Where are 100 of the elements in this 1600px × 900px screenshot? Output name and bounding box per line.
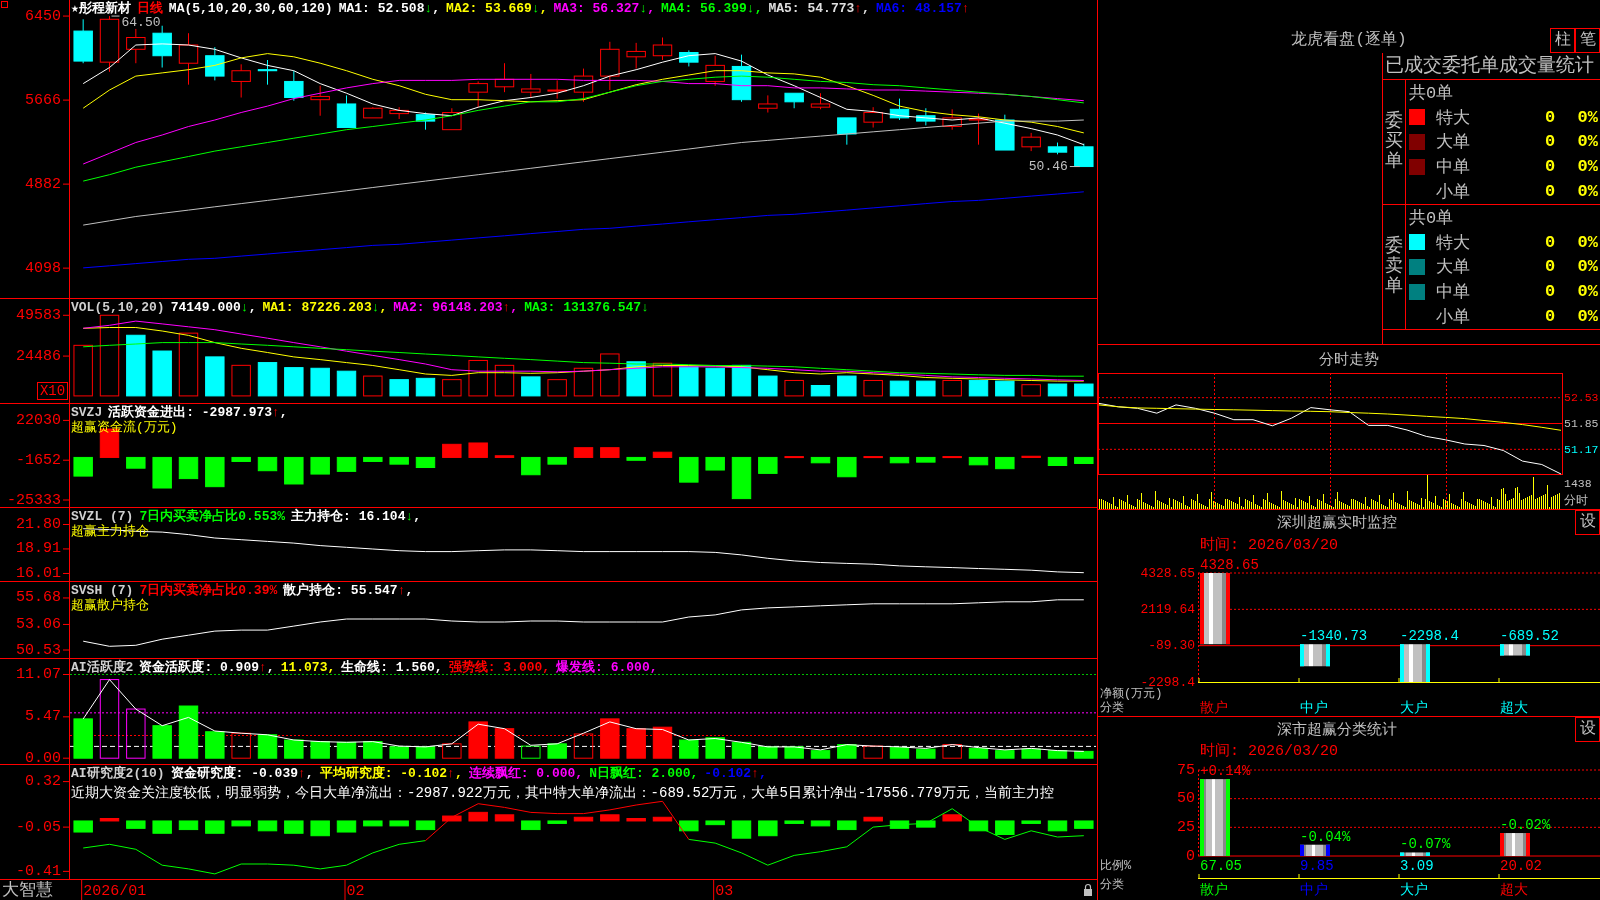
timestamp: 时间: 2026/03/20 [1200,741,1339,760]
date-label: 02 [346,882,365,900]
volume-bar [284,367,304,397]
order-total: 共0单 [1409,207,1454,229]
order-size-label: 大单 [1436,132,1470,154]
indicator-bar [126,820,146,829]
indicator-bar [494,814,515,822]
ratio-bar [1300,844,1330,856]
indicator-bar [889,820,910,829]
indicator-bar [205,731,225,759]
indicator-bar [705,820,725,826]
indicator-bar [916,820,936,828]
indicator-bar [1021,748,1041,759]
view-toggle-button[interactable]: 柱 [1550,28,1575,53]
volume-bar [73,344,93,397]
indicator-value: SVZJ [71,405,103,420]
indicator-value: AI研究度2(10) [71,766,165,781]
settings-button[interactable]: 设 [1575,717,1600,742]
indicator-bar [837,820,857,831]
indicator-bar [652,726,673,759]
order-count: 0 [1544,232,1556,252]
indicator-bar [784,820,804,824]
candlestick [468,80,488,108]
indicator-bar [389,820,409,827]
axis-label: 24486 [16,347,61,365]
indicator-bar [995,820,1015,835]
axis-label: 0.32 [25,773,61,791]
candlestick [652,37,673,61]
axis-label: 51.85 [1564,417,1599,430]
axis-label: -1652 [16,451,61,469]
change-label: -0.07% [1400,836,1451,853]
indicator-bar [415,820,436,831]
indicator-bar [863,816,883,822]
candlestick [600,41,620,91]
axis-label: 5.47 [25,708,61,726]
value-label: -689.52 [1500,628,1559,645]
order-share: 0% [1577,307,1598,327]
indicator-value: 主力持仓: 16.104↓, [291,509,422,524]
view-toggle-button[interactable]: 笔 [1575,28,1600,53]
indicator-bar [942,456,962,459]
indicator-bar [942,814,962,822]
candlestick [494,62,515,93]
volume-bar [968,379,989,397]
indicator-bar [942,744,962,759]
category-label: 大户 [1400,882,1428,898]
candlestick [1074,143,1094,168]
indicator-bar [810,750,831,759]
indicator-bar [468,811,488,822]
settings-button[interactable]: 设 [1575,510,1600,535]
axis-label: -89.30 [1148,638,1195,654]
value-label: -2298.4 [1400,628,1459,645]
candlestick [521,73,541,98]
volume-bar [336,370,357,397]
order-size-label: 小单 [1436,307,1470,329]
order-size-label: 大单 [1436,257,1470,279]
panel-title: 深市超赢分类统计 [1276,720,1397,739]
indicator-bar [1074,456,1094,464]
volume-bar [863,379,883,397]
axis-label: 50 [1177,790,1195,808]
volume-bar [521,376,541,397]
indicator-bar [284,456,304,485]
candlestick [231,63,251,98]
axis-label: 4882 [25,175,61,193]
volume-bar [652,362,673,397]
volume-bar [126,334,146,397]
indicator-title: 超赢散户持仓 [71,598,149,613]
indicator-bar [547,456,567,465]
indicator-value: VOL(5,10,20) [71,300,165,315]
candlestick [336,94,357,129]
indicator-bar [494,455,515,458]
indicator-bar [1074,820,1094,829]
price-extreme-label: 64.50 [111,14,161,30]
indicator-bar [363,820,383,827]
axis-title: 分类 [1100,701,1124,715]
indicator-value: 生命线: 1.560, [341,660,443,675]
value-label: 9.85 [1300,858,1334,874]
candlestick [916,107,936,126]
panel-title: 龙虎看盘(逐单) [1291,30,1407,51]
indicator-bar [626,818,646,822]
indicator-value: 爆发线: 6.000, [556,660,658,675]
indicator-value: 74149.000↓, [170,300,257,315]
axis-label: 4098 [25,259,61,277]
axis-label: -25333 [7,491,61,508]
axis-label: 53.06 [16,615,61,633]
indicator-bar [968,747,989,759]
axis-label: 75 [1177,761,1195,779]
indicator-bar [600,718,620,759]
date-label: 03 [715,882,734,900]
volume-bar [494,364,515,397]
indicator-bar [257,734,278,759]
axis-label: 55.68 [16,589,61,607]
volume-bar [1074,383,1094,397]
annotation: 50.46 [1028,159,1068,175]
candlestick [152,25,172,68]
indicator-bar [257,456,278,472]
indicator-bar [310,820,330,837]
indicator-bar [257,820,278,832]
category-label: 中户 [1300,700,1328,716]
volume-bar [205,356,225,397]
indicator-bar [152,820,172,834]
